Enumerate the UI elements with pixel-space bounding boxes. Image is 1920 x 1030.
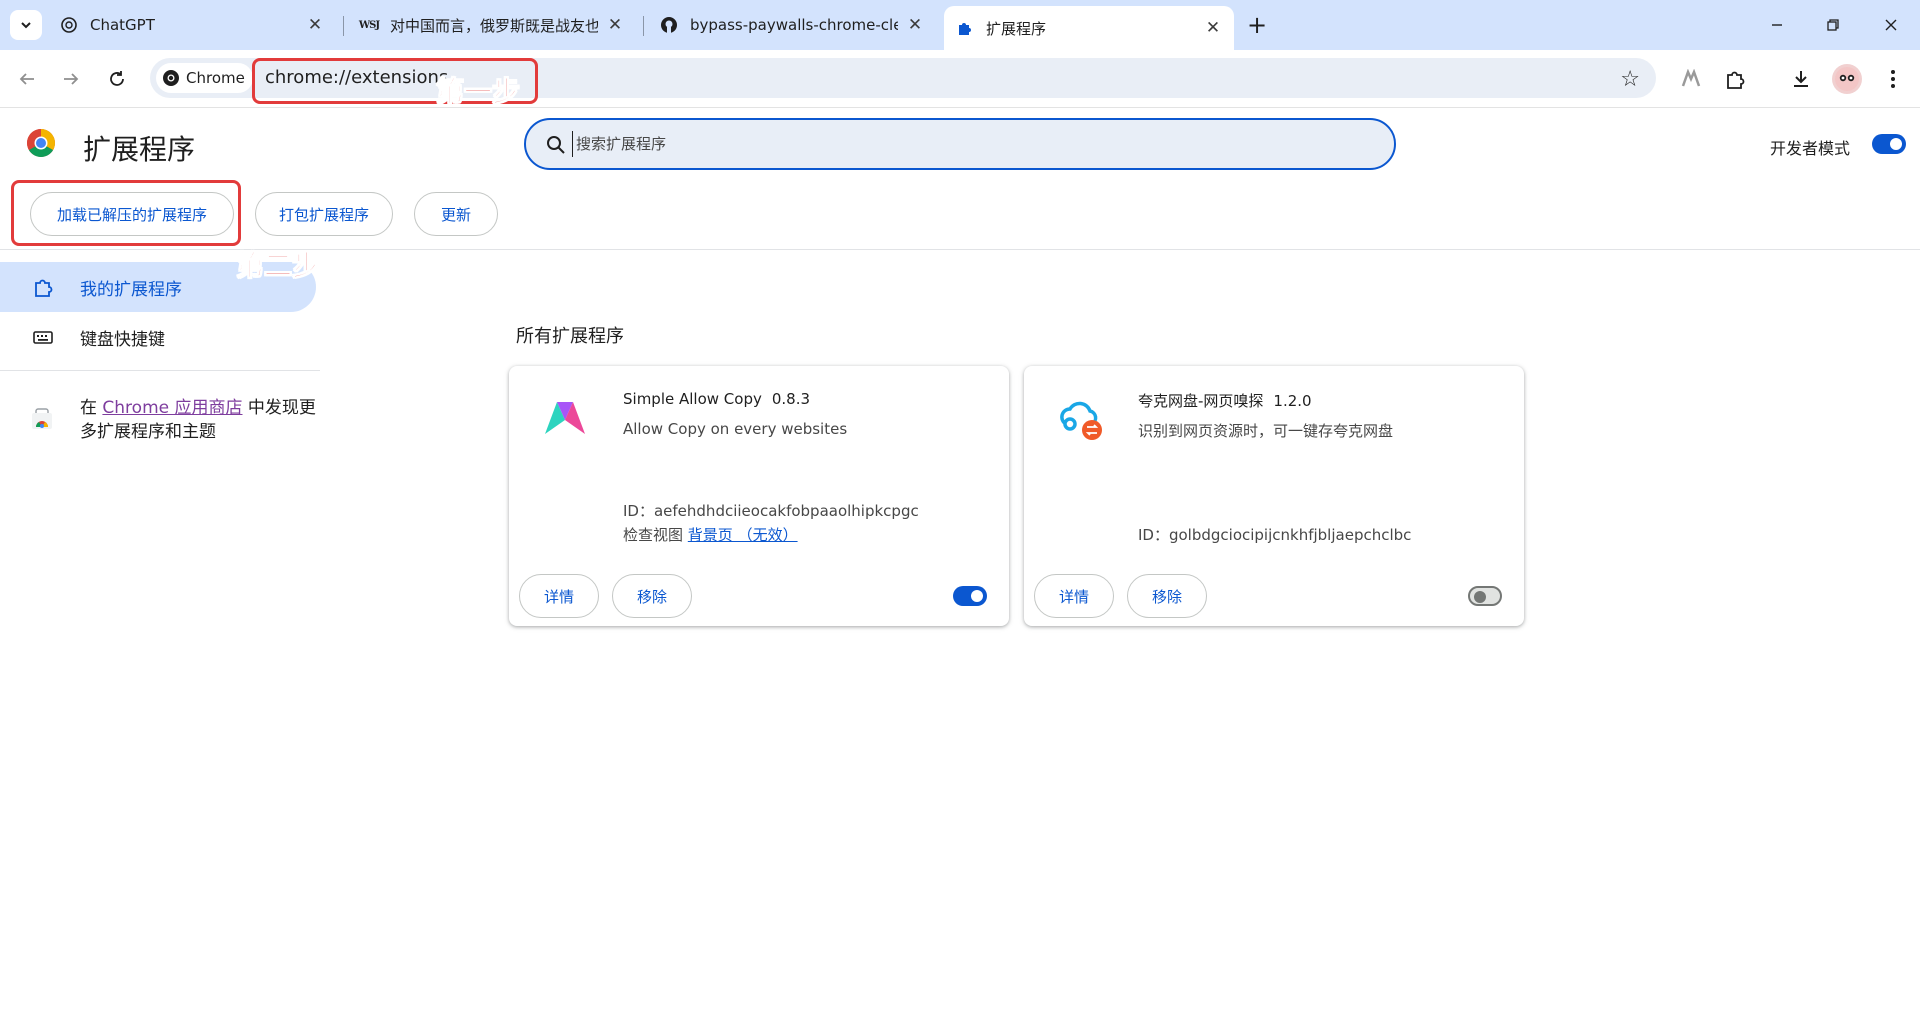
extension-toolbar-button[interactable] (1676, 64, 1706, 94)
tab-title: 扩展程序 (986, 19, 1047, 38)
close-icon[interactable]: ✕ (606, 15, 624, 35)
details-button[interactable]: 详情 (1034, 574, 1115, 618)
github-icon (660, 16, 678, 34)
extension-name-text: 夸克网盘-网页嗅探 (1138, 392, 1264, 410)
extension-description: Allow Copy on every websites (623, 420, 848, 438)
chrome-logo-icon (27, 129, 55, 157)
extension-id: ID：aefehdhdciieocakfobpaaolhipkcpgc (623, 502, 919, 520)
chrome-web-store-icon (32, 408, 52, 429)
search-box[interactable] (524, 118, 1396, 170)
forward-arrow-icon (64, 73, 79, 85)
dev-mode-label: 开发者模式 (1770, 139, 1851, 158)
back-arrow-icon (19, 73, 34, 85)
reload-button[interactable] (102, 64, 132, 94)
extensions-header: 扩展程序 开发者模式 加载已解压的扩展程序 打包扩展程序 更新 (0, 108, 1920, 250)
bookmark-star-icon[interactable]: ☆ (1620, 67, 1640, 92)
chrome-icon (163, 70, 179, 86)
close-icon[interactable]: ✕ (306, 15, 324, 35)
tab-search-button[interactable] (10, 10, 42, 40)
pack-extension-button[interactable]: 打包扩展程序 (255, 192, 393, 236)
page-title: 扩展程序 (83, 133, 196, 166)
quark-drive-icon (1060, 401, 1102, 440)
extension-id: ID：golbdgciocipijcnkhfjbljaepchclbc (1138, 526, 1412, 544)
extension-name: Simple Allow Copy 0.8.3 (623, 390, 810, 408)
remove-button[interactable]: 移除 (612, 574, 693, 618)
simple-allow-copy-icon (1681, 69, 1701, 87)
extension-version: 0.8.3 (771, 390, 811, 408)
web-store-promo: 在 Chrome 应用商店 中发现更多扩展程序和主题 (80, 396, 320, 444)
forward-button[interactable] (56, 64, 86, 94)
profile-avatar[interactable] (1832, 64, 1862, 94)
extensions-menu-button[interactable] (1720, 64, 1750, 94)
dev-mode-toggle[interactable] (1872, 134, 1906, 154)
tab-strip: ChatGPT ✕ WSJ 对中国而言，俄罗斯既是战友也 ✕ bypass-pa… (0, 0, 1920, 50)
web-store-link[interactable]: Chrome 应用商店 (102, 398, 242, 418)
section-title: 所有扩展程序 (516, 326, 624, 347)
more-vert-icon (1891, 70, 1895, 88)
sidebar-divider (0, 370, 320, 371)
tab-title: ChatGPT (90, 16, 155, 34)
minimize-button[interactable] (1762, 10, 1792, 40)
details-button[interactable]: 详情 (519, 574, 600, 618)
tab-title: bypass-paywalls-chrome-clea (690, 16, 898, 34)
close-icon (1885, 19, 1897, 31)
close-icon[interactable]: ✕ (906, 15, 924, 35)
tab-wsj[interactable]: WSJ 对中国而言，俄罗斯既是战友也 ✕ (348, 6, 636, 44)
promo-prefix: 在 (80, 398, 103, 418)
downloads-button[interactable] (1786, 64, 1816, 94)
browser-menu-button[interactable] (1878, 64, 1908, 94)
puzzle-icon (35, 279, 53, 297)
restore-button[interactable] (1818, 10, 1848, 40)
tab-separator (643, 16, 644, 36)
extension-name: 夸克网盘-网页嗅探 1.2.0 (1138, 390, 1312, 411)
search-icon (547, 136, 565, 154)
inspect-views: 检查视图 背景页 （无效） (623, 524, 798, 545)
remove-button[interactable]: 移除 (1127, 574, 1208, 618)
update-button[interactable]: 更新 (414, 192, 498, 236)
extension-name-text: Simple Allow Copy (623, 390, 762, 408)
close-icon[interactable]: ✕ (1204, 18, 1222, 38)
download-icon (1794, 71, 1808, 87)
annotation-box-step2 (11, 180, 241, 246)
puzzle-icon (956, 19, 974, 37)
extension-enable-toggle[interactable] (1468, 586, 1502, 606)
inspect-label: 检查视图 (623, 526, 684, 544)
chevron-down-icon (21, 22, 31, 29)
avatar-icon (1835, 67, 1859, 91)
annotation-step2: 第二步 (235, 249, 321, 283)
extension-card-simple-allow-copy: Simple Allow Copy 0.8.3 Allow Copy on eve… (509, 366, 1009, 626)
keyboard-icon (33, 331, 53, 344)
extension-description: 识别到网页资源时，可一键存夸克网盘 (1138, 422, 1394, 440)
tab-extensions[interactable]: 扩展程序 ✕ (944, 6, 1234, 50)
extension-card-quark-drive: 夸克网盘-网页嗅探 1.2.0 识别到网页资源时，可一键存夸克网盘 ID：golb… (1024, 366, 1524, 626)
tab-github[interactable]: bypass-paywalls-chrome-clea ✕ (648, 6, 936, 44)
background-page-link[interactable]: 背景页 （无效） (688, 526, 798, 544)
tab-separator (343, 16, 344, 36)
simple-allow-copy-icon (545, 402, 585, 434)
sidebar-item-label: 我的扩展程序 (80, 279, 182, 300)
reload-icon (110, 71, 124, 86)
back-button[interactable] (12, 64, 42, 94)
chatgpt-icon (60, 16, 78, 34)
extension-version: 1.2.0 (1273, 392, 1312, 410)
new-tab-button[interactable]: + (1244, 11, 1270, 39)
chip-label: Chrome (186, 69, 245, 87)
minimize-icon (1772, 24, 1782, 26)
search-input[interactable] (572, 131, 1352, 157)
site-info-chip[interactable]: Chrome (156, 63, 253, 93)
wsj-icon: WSJ (358, 19, 380, 31)
tab-title: 对中国而言，俄罗斯既是战友也 (390, 16, 598, 35)
tab-chatgpt[interactable]: ChatGPT ✕ (48, 6, 336, 44)
puzzle-icon (1727, 71, 1745, 89)
restore-icon (1827, 19, 1839, 31)
extension-enable-toggle[interactable] (953, 586, 987, 606)
close-window-button[interactable] (1876, 10, 1906, 40)
annotation-step1: 第一步 (435, 75, 521, 109)
sidebar-item-label: 键盘快捷键 (80, 329, 165, 350)
